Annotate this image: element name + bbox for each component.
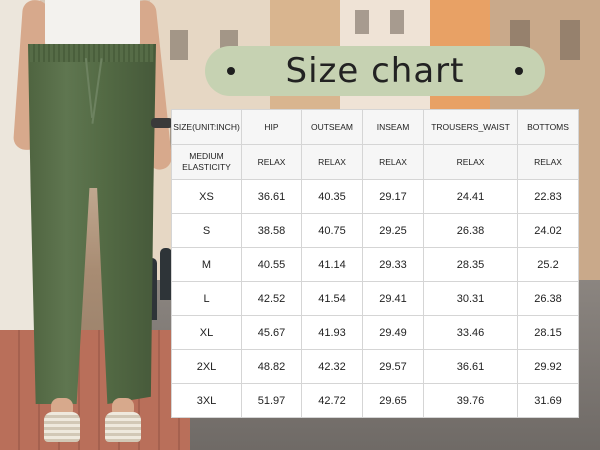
- elasticity-label: MEDIUM ELASTICITY: [171, 144, 242, 180]
- elasticity-value: RELAX: [362, 144, 424, 180]
- table-cell: 45.67: [241, 315, 302, 350]
- table-cell: 33.46: [423, 315, 518, 350]
- table-cell: 29.92: [517, 349, 579, 384]
- pants-waistband: [30, 44, 154, 62]
- table-cell: 40.35: [301, 179, 363, 214]
- header-hip: HIP: [241, 109, 302, 145]
- table-cell: 28.35: [423, 247, 518, 282]
- table-row: M 40.55 41.14 29.33 28.35 25.2: [171, 247, 579, 282]
- table-cell: 51.97: [241, 383, 302, 418]
- product-image: Size chart SIZE(UNIT:INCH) HIP OUTSEAM I…: [0, 0, 600, 450]
- elasticity-value: RELAX: [517, 144, 579, 180]
- page-title: Size chart: [285, 51, 465, 91]
- table-row: 3XL 51.97 42.72 29.65 39.76 31.69: [171, 383, 579, 418]
- table-cell: 29.41: [362, 281, 424, 316]
- table-cell: S: [171, 213, 242, 248]
- table-cell: 26.38: [517, 281, 579, 316]
- table-row: XL 45.67 41.93 29.49 33.46 28.15: [171, 315, 579, 350]
- table-cell: 26.38: [423, 213, 518, 248]
- table-cell: 29.49: [362, 315, 424, 350]
- elasticity-value: RELAX: [241, 144, 302, 180]
- table-cell: 41.93: [301, 315, 363, 350]
- table-cell: 29.65: [362, 383, 424, 418]
- header-outseam: OUTSEAM: [301, 109, 363, 145]
- table-cell: 42.52: [241, 281, 302, 316]
- table-cell: 29.57: [362, 349, 424, 384]
- table-cell: 25.2: [517, 247, 579, 282]
- table-cell: 31.69: [517, 383, 579, 418]
- size-chart-table: SIZE(UNIT:INCH) HIP OUTSEAM INSEAM TROUS…: [171, 109, 579, 418]
- table-cell: M: [171, 247, 242, 282]
- table-cell: 22.83: [517, 179, 579, 214]
- header-trousers-waist: TROUSERS_WAIST: [423, 109, 518, 145]
- header-size: SIZE(UNIT:INCH): [171, 109, 242, 145]
- table-cell: XS: [171, 179, 242, 214]
- header-inseam: INSEAM: [362, 109, 424, 145]
- table-cell: 29.25: [362, 213, 424, 248]
- bullet-dot-icon: [227, 67, 235, 75]
- table-cell: 41.14: [301, 247, 363, 282]
- table-cell: 24.02: [517, 213, 579, 248]
- elasticity-row: MEDIUM ELASTICITY RELAX RELAX RELAX RELA…: [171, 144, 579, 180]
- table-cell: 38.58: [241, 213, 302, 248]
- table-cell: 30.31: [423, 281, 518, 316]
- table-cell: 3XL: [171, 383, 242, 418]
- table-cell: 29.33: [362, 247, 424, 282]
- table-cell: XL: [171, 315, 242, 350]
- header-bottoms: BOTTOMS: [517, 109, 579, 145]
- table-row: XS 36.61 40.35 29.17 24.41 22.83: [171, 179, 579, 214]
- bracelet: [151, 118, 173, 128]
- table-cell: 40.55: [241, 247, 302, 282]
- table-cell: 29.17: [362, 179, 424, 214]
- table-row: S 38.58 40.75 29.25 26.38 24.02: [171, 213, 579, 248]
- table-cell: 41.54: [301, 281, 363, 316]
- table-header-row: SIZE(UNIT:INCH) HIP OUTSEAM INSEAM TROUS…: [171, 109, 579, 145]
- table-cell: L: [171, 281, 242, 316]
- title-banner: Size chart: [205, 46, 545, 96]
- sidewalk: [0, 330, 190, 450]
- table-cell: 24.41: [423, 179, 518, 214]
- sandal-left: [44, 412, 80, 442]
- table-row: L 42.52 41.54 29.41 30.31 26.38: [171, 281, 579, 316]
- sandal-right: [105, 412, 141, 442]
- table-cell: 36.61: [241, 179, 302, 214]
- table-cell: 48.82: [241, 349, 302, 384]
- table-cell: 28.15: [517, 315, 579, 350]
- table-cell: 40.75: [301, 213, 363, 248]
- bullet-dot-icon: [515, 67, 523, 75]
- elasticity-value: RELAX: [301, 144, 363, 180]
- table-cell: 42.32: [301, 349, 363, 384]
- table-cell: 42.72: [301, 383, 363, 418]
- table-row: 2XL 48.82 42.32 29.57 36.61 29.92: [171, 349, 579, 384]
- table-cell: 2XL: [171, 349, 242, 384]
- table-cell: 39.76: [423, 383, 518, 418]
- elasticity-value: RELAX: [423, 144, 518, 180]
- table-cell: 36.61: [423, 349, 518, 384]
